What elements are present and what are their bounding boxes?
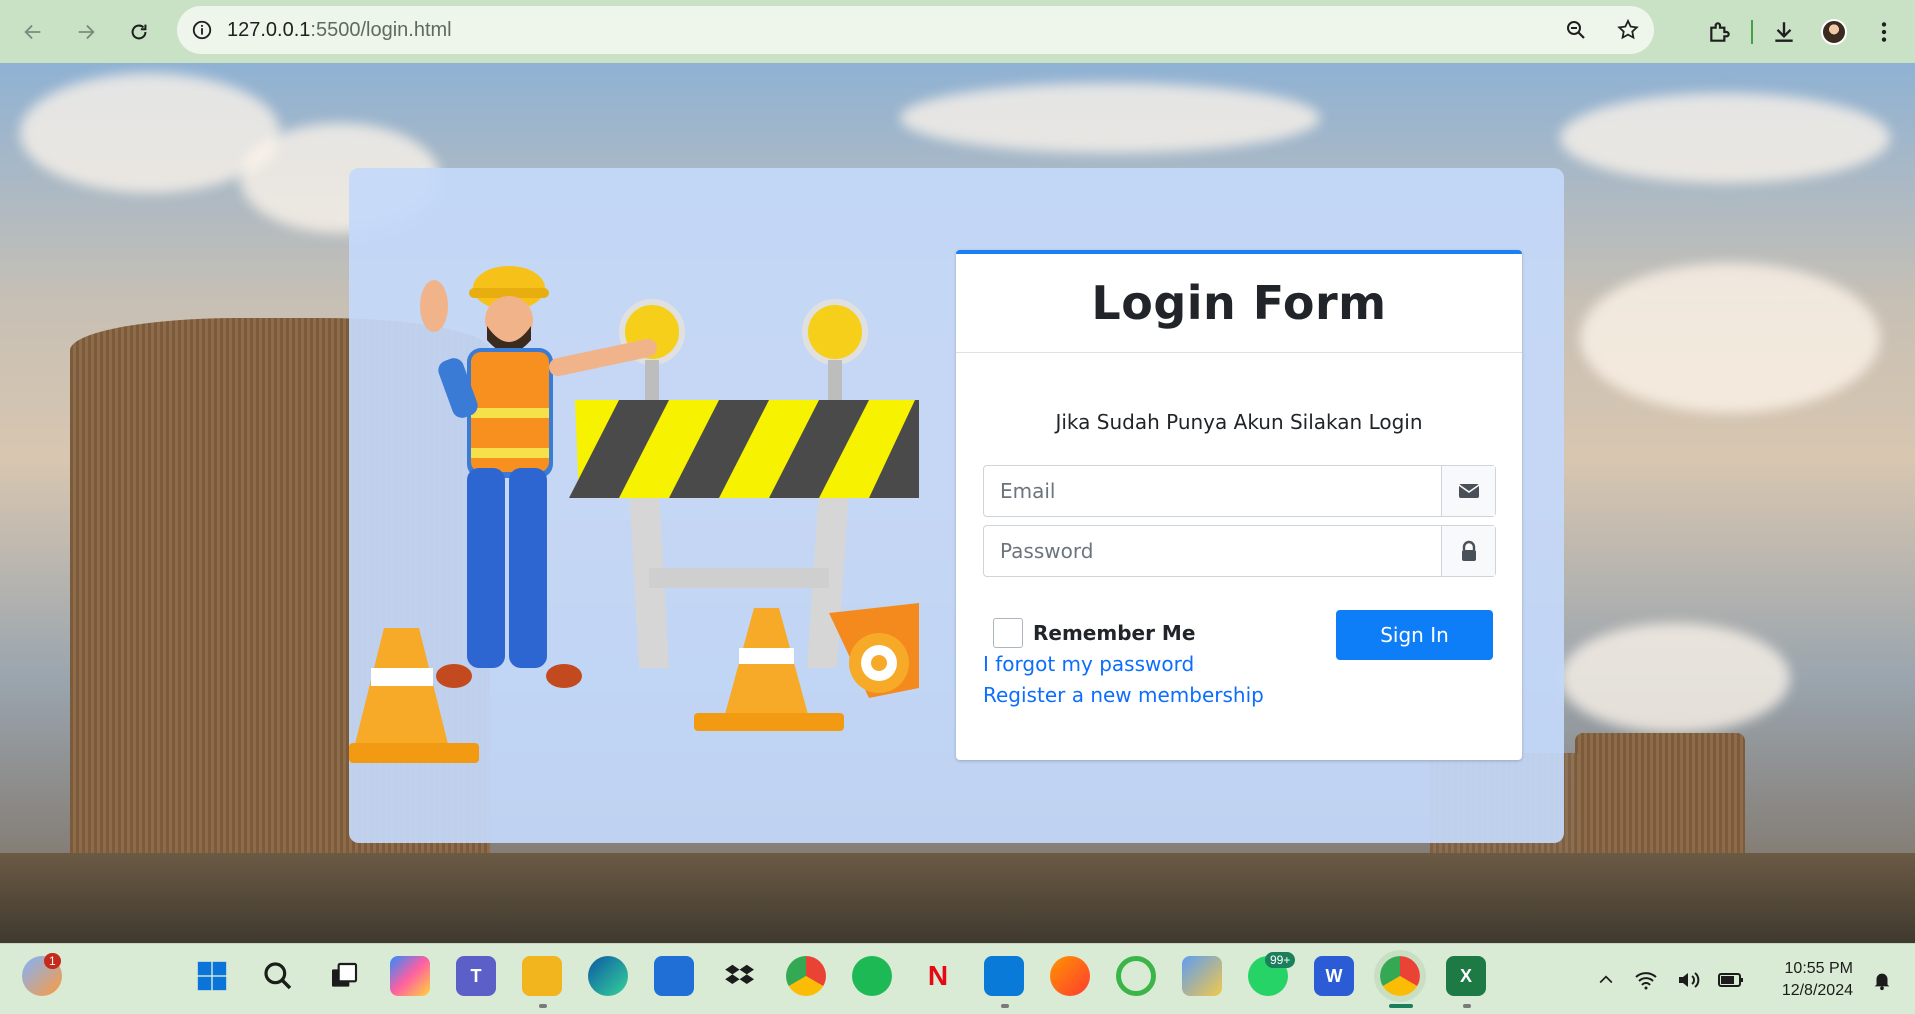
more-vert-icon	[1881, 21, 1887, 42]
running-indicator	[1001, 1004, 1009, 1008]
file-explorer-icon[interactable]	[522, 956, 562, 996]
avatar	[1821, 18, 1847, 45]
email-addon	[1441, 466, 1495, 516]
netflix-icon[interactable]: N	[918, 956, 958, 996]
login-card: Login Form Jika Sudah Punya Akun Silakan…	[349, 168, 1564, 843]
email-field[interactable]	[984, 466, 1441, 516]
whatsapp-badge: 99+	[1265, 952, 1296, 968]
address-bar[interactable]: 127.0.0.1:5500/login.html	[177, 6, 1654, 54]
wifi-icon[interactable]	[1634, 968, 1658, 992]
extensions-button[interactable]	[1695, 7, 1745, 57]
back-button[interactable]	[13, 12, 53, 52]
cloud	[1560, 623, 1790, 733]
login-subtitle: Jika Sudah Punya Akun Silakan Login	[1055, 410, 1423, 434]
notification-bell-icon[interactable]	[1871, 969, 1893, 991]
dropbox-glyph-icon	[725, 964, 754, 984]
url-host: 127.0.0.1	[227, 18, 311, 41]
firefox-icon[interactable]	[1050, 956, 1090, 996]
register-link[interactable]: Register a new membership	[983, 683, 1264, 707]
download-icon	[1775, 21, 1793, 42]
browser-toolbar: 127.0.0.1:5500/login.html	[0, 0, 1915, 63]
edge-icon[interactable]	[588, 956, 628, 996]
chrome-icon[interactable]	[786, 956, 826, 996]
running-indicator	[1463, 1004, 1471, 1008]
profile-button[interactable]	[1809, 7, 1859, 57]
construction-illustration	[349, 266, 919, 763]
site-info-icon[interactable]	[191, 19, 213, 41]
search-icon	[264, 962, 292, 990]
cloud	[1560, 93, 1890, 183]
arrow-left-icon	[24, 24, 41, 39]
email-group	[983, 465, 1496, 517]
word-icon[interactable]: W	[1314, 956, 1354, 996]
cloud	[1580, 263, 1880, 413]
divider	[956, 352, 1522, 353]
taskbar: 1 T N 99+ W X 10:55 PM 12/8/2024	[0, 943, 1915, 1014]
dropbox-icon[interactable]	[720, 956, 760, 996]
forward-button[interactable]	[66, 12, 106, 52]
forgot-password-link[interactable]: I forgot my password	[983, 652, 1194, 676]
zoom-icon[interactable]	[1564, 18, 1588, 42]
app-cube-icon[interactable]	[1182, 956, 1222, 996]
url-text[interactable]: 127.0.0.1:5500/login.html	[227, 19, 452, 42]
weather-badge: 1	[44, 953, 61, 969]
arrow-right-icon	[78, 24, 95, 39]
star-icon[interactable]	[1616, 18, 1640, 42]
battery-icon[interactable]	[1718, 968, 1744, 992]
lock-icon	[1461, 540, 1476, 561]
clock-time: 10:55 PM	[1784, 960, 1853, 977]
excel-icon[interactable]: X	[1446, 956, 1486, 996]
login-form: Login Form Jika Sudah Punya Akun Silakan…	[956, 250, 1522, 760]
spotify-icon[interactable]	[852, 956, 892, 996]
chevron-up-icon[interactable]	[1596, 970, 1616, 990]
task-view-icon	[332, 962, 358, 987]
toolbar-divider	[1751, 19, 1753, 44]
puzzle-icon	[1710, 21, 1730, 42]
password-field[interactable]	[984, 526, 1441, 576]
cloud	[900, 83, 1320, 153]
running-indicator	[539, 1004, 547, 1008]
search-button[interactable]	[258, 956, 298, 996]
page-background: Login Form Jika Sudah Punya Akun Silakan…	[0, 63, 1915, 943]
copilot-icon[interactable]	[390, 956, 430, 996]
vscode-icon[interactable]	[984, 956, 1024, 996]
remember-me[interactable]: Remember Me	[983, 618, 1195, 648]
envelope-icon	[1458, 484, 1479, 498]
url-path: :5500/login.html	[310, 18, 452, 41]
reload-icon	[131, 24, 147, 39]
sign-in-button[interactable]: Sign In	[1336, 610, 1493, 660]
teams-icon[interactable]: T	[456, 956, 496, 996]
windows-icon	[197, 961, 227, 991]
password-group	[983, 525, 1496, 577]
ground	[0, 853, 1915, 943]
clock-date: 12/8/2024	[1781, 982, 1853, 999]
app-ring-icon[interactable]	[1116, 956, 1156, 996]
clock[interactable]: 10:55 PM 12/8/2024	[1782, 958, 1853, 1002]
remember-checkbox[interactable]	[993, 618, 1023, 648]
page-title: Login Form	[1091, 276, 1387, 330]
chrome-active-icon[interactable]	[1374, 950, 1426, 1002]
reload-button[interactable]	[119, 12, 159, 52]
remember-label: Remember Me	[1033, 621, 1196, 645]
active-indicator	[1389, 1004, 1413, 1008]
downloads-button[interactable]	[1759, 7, 1809, 57]
system-tray	[1596, 944, 1744, 1014]
volume-icon[interactable]	[1676, 968, 1700, 992]
menu-button[interactable]	[1859, 7, 1909, 57]
password-addon	[1441, 526, 1495, 576]
start-button[interactable]	[192, 956, 232, 996]
task-view-button[interactable]	[324, 956, 364, 996]
store-icon[interactable]	[654, 956, 694, 996]
